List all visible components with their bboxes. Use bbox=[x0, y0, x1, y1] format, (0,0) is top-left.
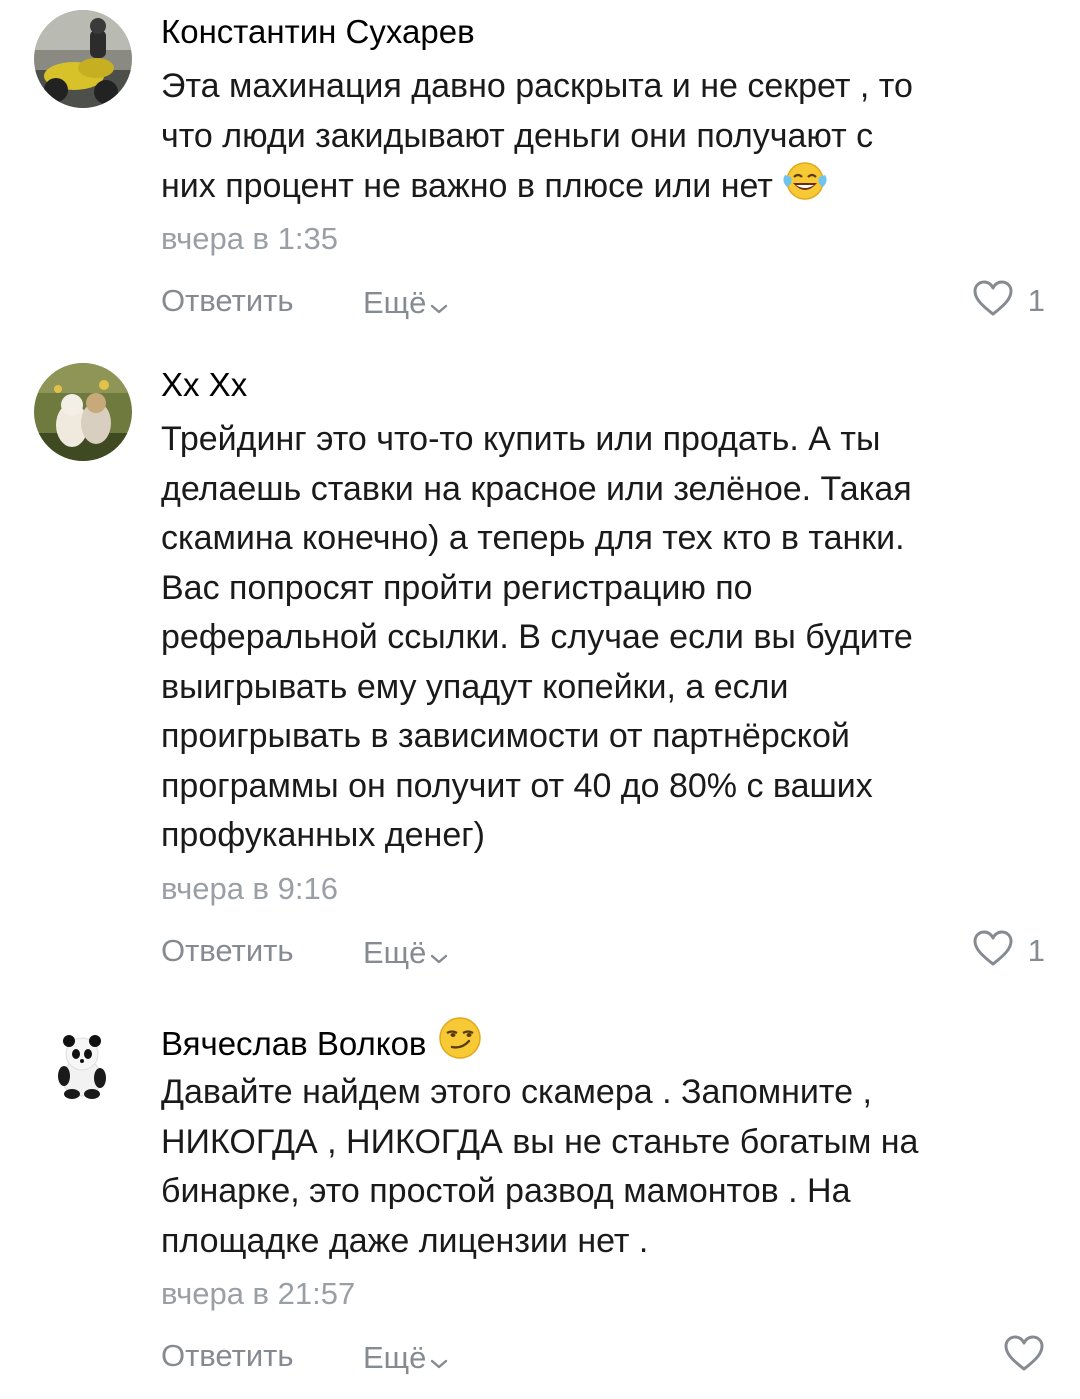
like-button[interactable] bbox=[1003, 1334, 1045, 1378]
heart-icon bbox=[1003, 1335, 1045, 1378]
comment-text: Трейдинг это что-то купить или продать. … bbox=[161, 415, 1041, 861]
comment-actions: Ответить Ещё 1 bbox=[161, 929, 1045, 973]
comment-text-line: проигрывать в зависимости от партнёрской bbox=[161, 717, 850, 755]
comment-actions: Ответить Ещё bbox=[161, 1334, 1044, 1378]
comment-actions: Ответить Ещё 1 bbox=[161, 279, 1045, 323]
comment-text-line: профуканных денег) bbox=[161, 816, 485, 854]
reply-button[interactable]: Ответить bbox=[161, 279, 294, 323]
comment-text-line: НИКОГДА , НИКОГДА вы не станьте богатым … bbox=[161, 1122, 919, 1161]
avatar[interactable] bbox=[34, 1016, 132, 1114]
more-label: Ещё bbox=[363, 935, 427, 970]
comment-text-span: них процент не важно в плюсе или нет bbox=[161, 167, 773, 206]
author-name-text: Вячеслав Волков bbox=[161, 1024, 427, 1062]
comment-text-line: делаешь ставки на красное или зелёное. Т… bbox=[161, 469, 912, 508]
comment-text-line: реферальной ссылки. В случае если вы буд… bbox=[161, 618, 913, 656]
avatar-photo bbox=[34, 363, 132, 461]
comment-timestamp: вчера в 1:35 bbox=[161, 221, 338, 256]
like-count: 1 bbox=[1027, 933, 1045, 968]
heart-icon bbox=[972, 280, 1014, 323]
more-button[interactable]: Ещё bbox=[363, 1334, 448, 1382]
avatar-photo bbox=[34, 1016, 132, 1114]
comment-timestamp: вчера в 21:57 bbox=[161, 1276, 356, 1311]
comment-text-line: площадке даже лицензии нет . bbox=[161, 1221, 649, 1260]
author-name[interactable]: Вячеслав Волков bbox=[161, 1016, 484, 1071]
tears-of-joy-emoji bbox=[782, 161, 828, 216]
avatar[interactable] bbox=[34, 10, 132, 108]
more-label: Ещё bbox=[363, 1340, 427, 1375]
like-button[interactable]: 1 bbox=[972, 929, 1045, 973]
comment-text: Давайте найдем этого скамера . Запомните… bbox=[161, 1068, 1041, 1266]
more-button[interactable]: Ещё bbox=[363, 279, 448, 327]
comment-text: Эта махинация давно раскрыта и не секрет… bbox=[161, 62, 1041, 216]
heart-icon bbox=[972, 930, 1014, 973]
chevron-down-icon bbox=[430, 1338, 448, 1382]
like-button[interactable]: 1 bbox=[972, 279, 1045, 323]
comment-text-line: них процент не важно в плюсе или нет bbox=[161, 161, 1041, 216]
chevron-down-icon bbox=[430, 283, 448, 327]
avatar-photo bbox=[34, 10, 132, 108]
comment-text-line: программы он получит от 40 до 80% с ваши… bbox=[161, 766, 873, 805]
comment-text-line: Эта махинация давно раскрыта и не секрет… bbox=[161, 67, 913, 105]
more-label: Ещё bbox=[363, 285, 427, 320]
comment-text-line: Трейдинг это что-то купить или продать. … bbox=[161, 420, 881, 458]
like-count: 1 bbox=[1027, 283, 1045, 318]
more-button[interactable]: Ещё bbox=[363, 929, 448, 977]
comment-text-line: выигрывать ему упадут копейки, а если bbox=[161, 667, 789, 706]
avatar[interactable] bbox=[34, 363, 132, 461]
comment-text-line: что люди закидывают деньги они получают … bbox=[161, 116, 874, 155]
comment-text-line: Вас попросят пройти регистрацию по bbox=[161, 568, 753, 607]
comment-text-line: бинарке, это простой развод мамонтов . Н… bbox=[161, 1172, 851, 1210]
reply-button[interactable]: Ответить bbox=[161, 1334, 294, 1378]
comment-text-line: Давайте найдем этого скамера . Запомните… bbox=[161, 1073, 872, 1111]
comment-text-line: скамина конечно) а теперь для тех кто в … bbox=[161, 519, 905, 557]
author-name[interactable]: Константин Сухарев bbox=[161, 10, 475, 54]
smirk-emoji bbox=[436, 1016, 484, 1071]
reply-button[interactable]: Ответить bbox=[161, 929, 294, 973]
comment-timestamp: вчера в 9:16 bbox=[161, 871, 338, 906]
chevron-down-icon bbox=[430, 933, 448, 977]
author-name[interactable]: Хх Хх bbox=[161, 363, 247, 407]
